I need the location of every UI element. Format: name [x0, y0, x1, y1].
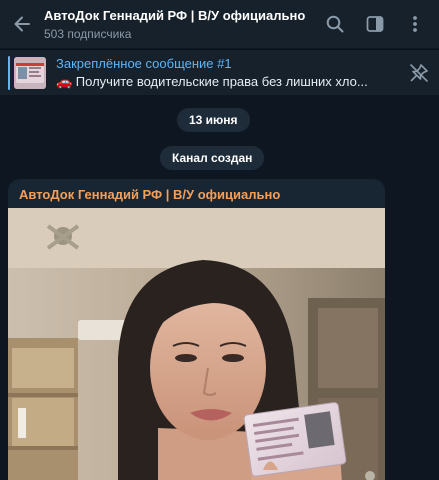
telegram-channel-window: АвтоДок Геннадий РФ | В/У официально 503… — [0, 0, 439, 480]
pinned-message-bar[interactable]: Закреплённое сообщение #1 🚗 Получите вод… — [0, 49, 439, 95]
photo-image — [8, 208, 385, 480]
pinned-title: Закреплённое сообщение #1 — [56, 55, 232, 71]
back-button[interactable] — [0, 0, 44, 48]
message-author[interactable]: АвтоДок Геннадий РФ | В/У официально — [8, 179, 385, 207]
subscriber-count: 503 подписчика — [44, 26, 132, 41]
pinned-preview: 🚗 Получите водительские права без лишних… — [56, 73, 368, 89]
search-button[interactable] — [315, 0, 355, 48]
unpin-button[interactable] — [399, 50, 439, 96]
pin-off-icon — [410, 63, 428, 82]
search-icon — [326, 15, 344, 33]
message-photo[interactable] — [8, 208, 385, 480]
channel-title: АвтоДок Геннадий РФ | В/У официально — [44, 7, 306, 23]
sidebar-toggle-button[interactable] — [355, 0, 395, 48]
date-separator: 13 июня — [177, 108, 250, 132]
sidebar-toggle-icon — [366, 16, 384, 32]
chat-header: АвтоДок Геннадий РФ | В/У официально 503… — [0, 0, 439, 48]
back-arrow-icon — [14, 16, 30, 32]
channel-info[interactable]: АвтоДок Геннадий РФ | В/У официально 503… — [44, 8, 315, 41]
channel-created-notice: Канал создан — [160, 146, 265, 170]
more-button[interactable] — [395, 0, 435, 48]
pinned-thumbnail — [14, 56, 46, 89]
message-bubble[interactable]: АвтоДок Геннадий РФ | В/У официально — [8, 179, 385, 480]
header-actions — [315, 0, 439, 48]
more-vertical-icon — [413, 16, 417, 32]
pinned-accent-line — [8, 55, 10, 90]
pinned-text: Закреплённое сообщение #1 🚗 Получите вод… — [56, 56, 399, 90]
